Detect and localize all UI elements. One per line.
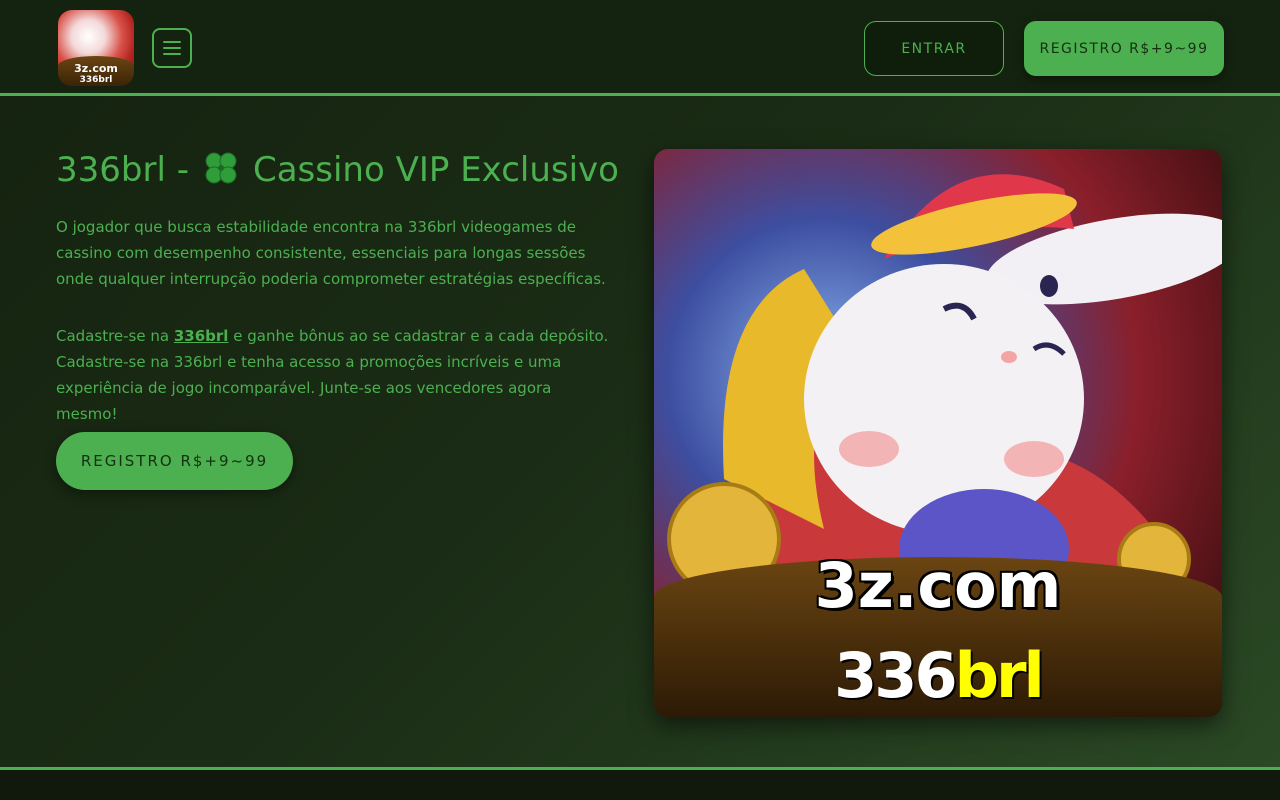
login-button[interactable]: ENTRAR [864, 21, 1004, 76]
site-footer [0, 770, 1280, 800]
register-button-main[interactable]: REGISTRO R$+9~99 [56, 432, 293, 490]
signup-paragraph: Cadastre-se na 336brl e ganhe bônus ao s… [56, 323, 616, 427]
intro-paragraph: O jogador que busca estabilidade encontr… [56, 218, 606, 288]
hero-brand-suffix: brl [954, 639, 1045, 712]
title-prefix: 336brl - [56, 150, 189, 190]
title-suffix: Cassino VIP Exclusivo [252, 150, 619, 190]
logo-line1: 3z.com [74, 62, 118, 75]
hero-brand-number: 336 [834, 639, 957, 712]
site-logo[interactable]: 3z.com 336brl [58, 10, 134, 86]
menu-bar [163, 41, 181, 43]
register-button-header[interactable]: REGISTRO R$+9~99 [1024, 21, 1224, 76]
signup-text-before: Cadastre-se na [56, 327, 170, 345]
page-title: 336brl - Cassino VIP Exclusivo [56, 148, 636, 192]
logo-line2: 336brl [79, 75, 113, 85]
hero-image: 3z.com 336brl [654, 149, 1222, 717]
hero-brand-text: 336brl [654, 639, 1222, 712]
menu-bar [163, 47, 181, 49]
hero-domain-text: 3z.com [814, 549, 1062, 622]
brand-link[interactable]: 336brl [174, 327, 229, 345]
menu-bar [163, 53, 181, 55]
four-leaf-clover-icon [205, 152, 237, 184]
site-header: 3z.com 336brl ENTRAR REGISTRO R$+9~99 [0, 0, 1280, 96]
hamburger-menu-icon[interactable] [152, 28, 192, 68]
